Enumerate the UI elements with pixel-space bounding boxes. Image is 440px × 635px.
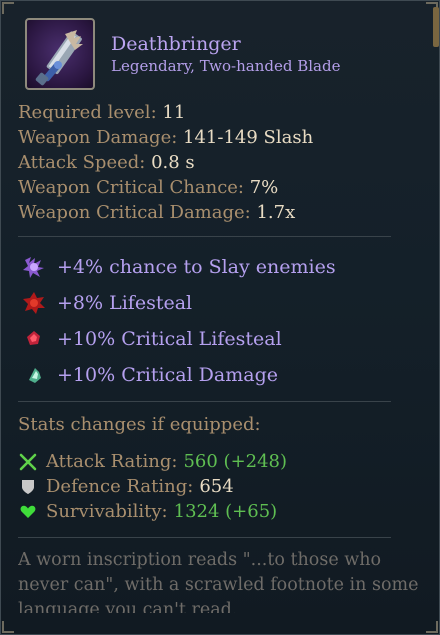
stat-weapon-damage: Weapon Damage: 141-149 Slash	[18, 127, 314, 148]
equip-title: Stats changes if equipped:	[18, 414, 261, 435]
heart-icon	[18, 502, 38, 522]
affix-critical-damage: +10% Critical Damage	[21, 357, 336, 393]
shield-icon	[18, 477, 38, 497]
item-header: Deathbringer Legendary, Two-handed Blade	[25, 18, 340, 90]
affix-lifesteal: +8% Lifesteal	[21, 285, 336, 321]
base-stats: Required level: 11 Weapon Damage: 141-14…	[18, 100, 313, 225]
scrollbar-thumb[interactable]	[433, 7, 439, 47]
affix-list: +4% chance to Slay enemies +8% Lifesteal…	[21, 249, 336, 393]
stat-required-level: Required level: 11	[18, 102, 186, 123]
divider	[18, 401, 391, 402]
critical-lifesteal-icon	[21, 326, 47, 352]
critical-damage-icon	[21, 362, 47, 388]
divider	[18, 537, 391, 538]
equip-survivability: Survivability: 1324 (+65)	[18, 499, 287, 524]
frame-corner	[2, 621, 14, 633]
stat-crit-damage: Weapon Critical Damage: 1.7x	[18, 202, 296, 223]
equip-attack-rating: Attack Rating: 560 (+248)	[18, 449, 287, 474]
item-name: Deathbringer	[111, 33, 241, 55]
crossed-swords-icon	[18, 452, 38, 472]
item-type: Legendary, Two-handed Blade	[111, 57, 341, 75]
lifesteal-icon	[21, 290, 47, 316]
affix-slay: +4% chance to Slay enemies	[21, 249, 336, 285]
affix-critical-lifesteal: +10% Critical Lifesteal	[21, 321, 336, 357]
cleaver-blade-icon	[25, 18, 95, 90]
item-tooltip: Deathbringer Legendary, Two-handed Blade…	[0, 0, 440, 635]
divider	[18, 236, 391, 237]
equip-stats: Attack Rating: 560 (+248) Defence Rating…	[18, 449, 287, 524]
slay-skull-icon	[21, 254, 47, 280]
frame-corner	[426, 621, 438, 633]
stat-crit-chance: Weapon Critical Chance: 7%	[18, 177, 279, 198]
stat-attack-speed: Attack Speed: 0.8 s	[18, 152, 195, 173]
equip-defence-rating: Defence Rating: 654	[18, 474, 287, 499]
lore-text: A worn inscription reads "...to those wh…	[18, 550, 419, 613]
frame-corner	[2, 2, 14, 14]
